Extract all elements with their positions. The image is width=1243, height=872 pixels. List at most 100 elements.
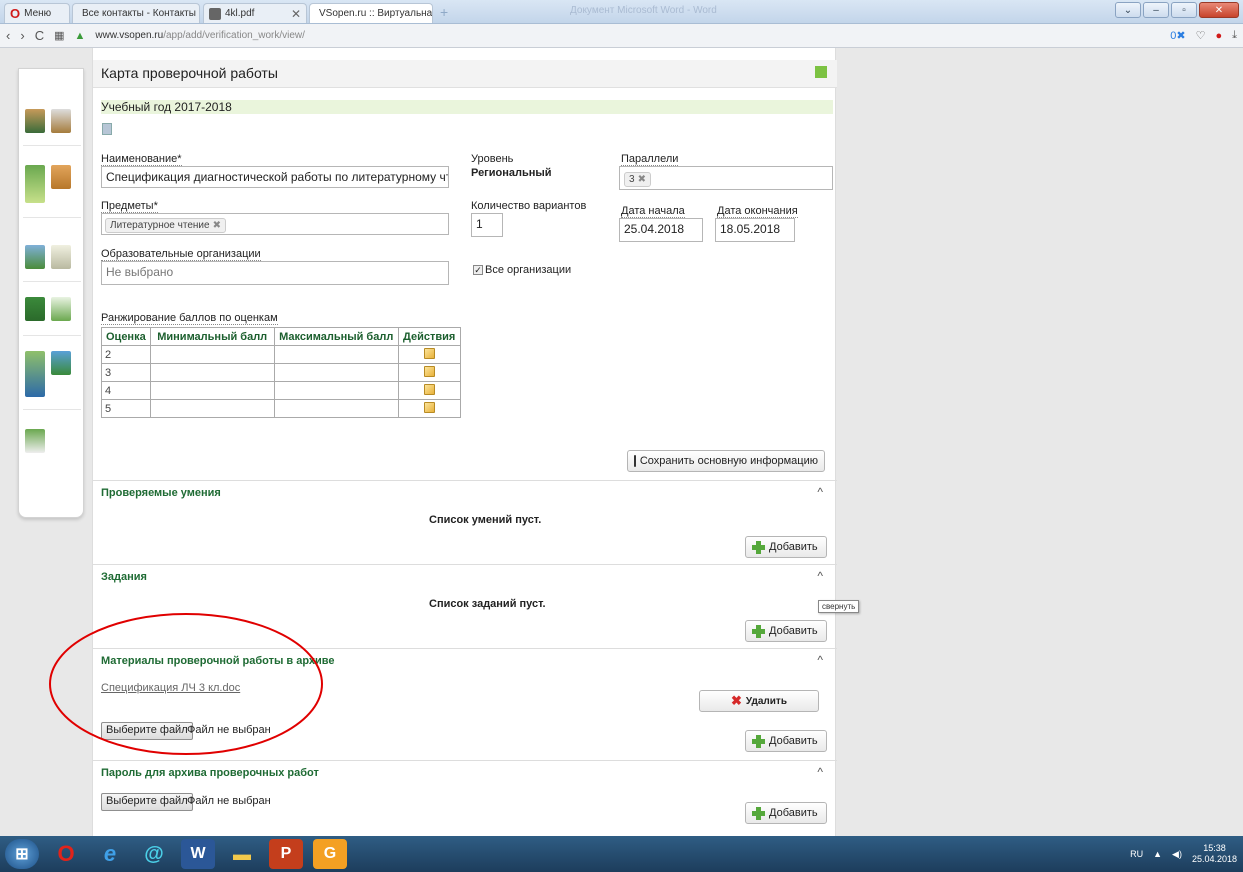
plus-icon (752, 734, 765, 748)
export-doc-icon[interactable] (102, 123, 112, 135)
monitor-icon[interactable] (51, 351, 71, 375)
add-user-icon[interactable] (25, 109, 45, 133)
add-skill-button[interactable]: Добавить (745, 536, 827, 558)
section-title: Проверяемые умения (101, 487, 221, 499)
subject-chip-label: Литературное чтение (110, 220, 210, 231)
mail-icon[interactable] (25, 429, 45, 453)
skills-section-header[interactable]: Проверяемые умения ^ (93, 480, 837, 506)
url-field[interactable]: www.vsopen.ru/app/add/verification_work/… (95, 30, 305, 41)
download-icon[interactable]: ⤓ (1232, 29, 1237, 42)
tab-vsopen[interactable]: VSopen.ru :: Виртуальная ✕ (309, 3, 433, 23)
page-title: Карта проверочной работы (93, 60, 837, 88)
grade-cell: 3 (101, 363, 151, 382)
variants-input[interactable]: 1 (471, 213, 503, 237)
remove-chip-icon[interactable]: ✖ (213, 220, 221, 231)
end-date-input[interactable]: 18.05.2018 (715, 218, 795, 242)
mail-client-icon[interactable]: @ (137, 839, 171, 869)
parallels-label: Параллели (621, 153, 679, 166)
edit-icon[interactable] (423, 347, 435, 359)
no-password-file-text: Файл не выбран (187, 795, 271, 807)
tasks-section-header[interactable]: Задания ^ (93, 564, 837, 590)
checklist-icon[interactable] (51, 245, 71, 269)
name-input[interactable]: Спецификация диагностической работы по л… (101, 166, 449, 188)
edit-icon[interactable] (423, 365, 435, 377)
collapse-icon[interactable]: ^ (817, 653, 823, 667)
users-document-icon[interactable] (51, 109, 71, 133)
heart-icon[interactable]: ♡ (1196, 29, 1206, 42)
close-window-button[interactable]: ✕ (1199, 2, 1239, 18)
ie-icon[interactable]: e (93, 839, 127, 869)
tab-contacts[interactable]: Все контакты - Контакты ✕ (72, 3, 200, 23)
collapse-icon[interactable]: ^ (817, 569, 823, 583)
plus-icon (752, 540, 765, 554)
max-cell (273, 381, 399, 400)
journal-icon[interactable] (25, 297, 45, 321)
group-calendar-icon[interactable] (25, 165, 45, 203)
collapse-icon[interactable]: ^ (817, 485, 823, 499)
language-indicator[interactable]: RU (1130, 849, 1143, 859)
tab-pdf[interactable]: 4kl.pdf ✕ (203, 3, 307, 23)
subjects-label: Предметы* (101, 200, 158, 213)
choose-password-file-button[interactable]: Выберите файл (101, 793, 193, 811)
plus-icon (752, 806, 765, 820)
new-tab-icon[interactable]: + (440, 4, 448, 20)
save-main-info-button[interactable]: Сохранить основную информацию (627, 450, 825, 472)
parallels-select[interactable]: 3 ✖ (619, 166, 833, 190)
register-icon[interactable] (51, 297, 71, 321)
col-max: Максимальный балл (273, 327, 399, 346)
parallel-chip-label: 3 (629, 174, 635, 185)
start-date-input[interactable]: 25.04.2018 (619, 218, 703, 242)
close-icon[interactable]: ✕ (285, 7, 301, 21)
highlight-circle (49, 613, 323, 755)
app-sidebar (18, 68, 84, 518)
tab-label: 4kl.pdf (225, 8, 255, 19)
maximize-button[interactable]: ▫ (1171, 2, 1197, 18)
reports-calendar-icon[interactable] (25, 351, 45, 397)
subjects-select[interactable]: Литературное чтение ✖ (101, 213, 449, 235)
chrome-icon[interactable]: G (313, 839, 347, 869)
name-label: Наименование* (101, 153, 182, 166)
add-label: Добавить (769, 807, 818, 819)
start-icon[interactable]: ⊞ (5, 839, 39, 869)
actions-cell (397, 399, 461, 418)
add-task-button[interactable]: Добавить (745, 620, 827, 642)
plus-icon (752, 624, 765, 638)
edit-icon[interactable] (423, 401, 435, 413)
lock-icon: ▲ (74, 29, 86, 42)
minimize-button[interactable]: – (1143, 2, 1169, 18)
classroom-icon[interactable] (51, 165, 71, 189)
opera-icon[interactable]: O (49, 839, 83, 869)
forward-icon[interactable]: › (20, 28, 24, 43)
add-password-button[interactable]: Добавить (745, 802, 827, 824)
explorer-icon[interactable]: ▬ (225, 839, 259, 869)
powerpoint-icon[interactable]: P (269, 839, 303, 869)
network-icon[interactable]: ▲ (1153, 849, 1162, 859)
ranking-label: Ранжирование баллов по оценкам (101, 312, 278, 325)
word-icon[interactable]: W (181, 839, 215, 869)
orgs-select[interactable]: Не выбрано (101, 261, 449, 285)
delete-button[interactable]: ✖ Удалить (699, 690, 819, 712)
section-title: Пароль для архива проверочных работ (101, 767, 319, 779)
collapse-icon[interactable]: ^ (817, 765, 823, 779)
url-host: www.vsopen.ru (95, 30, 164, 41)
all-orgs-checkbox[interactable]: ✓ (473, 265, 483, 275)
vpn-icon[interactable]: 0✖ (1170, 29, 1185, 42)
volume-icon[interactable]: ◀) (1172, 849, 1182, 860)
system-tray: RU ▲ ◀) 15:38 25.04.2018 (1130, 843, 1243, 865)
clock[interactable]: 15:38 25.04.2018 (1192, 843, 1237, 865)
speed-dial-icon[interactable]: ▦ (54, 29, 64, 42)
adblock-icon[interactable]: ● (1215, 30, 1222, 42)
opera-menu-button[interactable]: O Меню (4, 3, 70, 23)
all-orgs-label: Все организации (485, 264, 572, 276)
back-icon[interactable]: ‹ (6, 28, 10, 43)
table-row: 4 (101, 381, 461, 400)
edit-icon[interactable] (423, 383, 435, 395)
address-bar: ‹ › C ▦ ▲ www.vsopen.ru/app/add/verifica… (0, 24, 1243, 48)
filter-icon[interactable]: ⌄ (1115, 2, 1141, 18)
end-date-label: Дата окончания (717, 205, 798, 218)
add-material-button[interactable]: Добавить (745, 730, 827, 752)
level-value: Региональный (471, 167, 552, 179)
remove-chip-icon[interactable]: ✖ (638, 174, 646, 185)
reload-icon[interactable]: C (35, 28, 44, 43)
schedule-icon[interactable] (25, 245, 45, 269)
